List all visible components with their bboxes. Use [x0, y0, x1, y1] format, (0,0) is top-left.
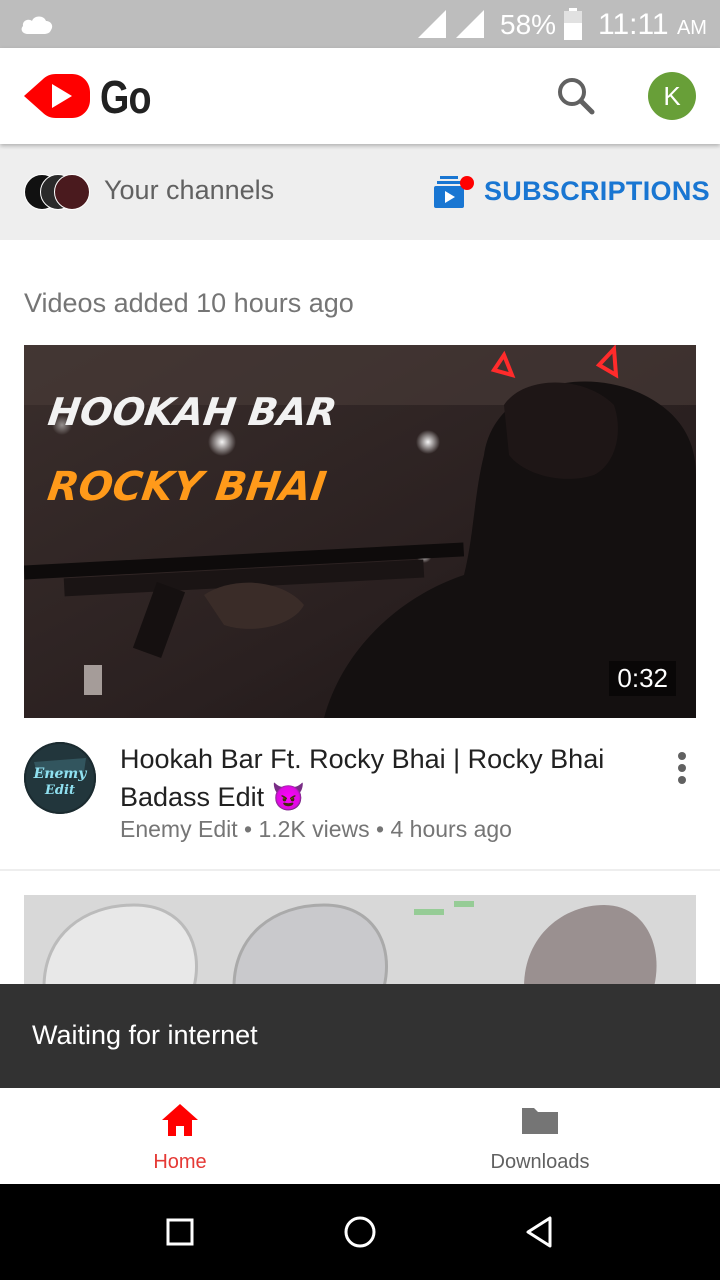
home-circle-icon [344, 1216, 376, 1248]
clock-ampm: AM [676, 17, 707, 39]
thumbnail-text-line2: ROCKY BHAI [45, 464, 329, 510]
nav-item-home[interactable]: Home [0, 1088, 360, 1184]
recents-button[interactable] [160, 1212, 200, 1252]
subscriptions-icon[interactable] [434, 174, 476, 215]
battery-percent: 58% [500, 9, 557, 40]
video-meta: Enemy Edit • 1.2K views • 4 hours ago [120, 816, 512, 842]
channel-avatar[interactable]: Enemy Edit [24, 742, 96, 814]
nav-item-downloads[interactable]: Downloads [360, 1088, 720, 1184]
subscriptions-button[interactable]: SUBSCRIPTIONS [484, 176, 710, 207]
home-icon [160, 1102, 200, 1143]
back-button[interactable] [520, 1212, 560, 1252]
more-options-button[interactable] [668, 748, 696, 788]
account-avatar[interactable]: K [648, 72, 696, 120]
bottom-nav: Home Downloads [0, 1088, 720, 1184]
status-bar: 58% 11:11 AM [0, 0, 720, 48]
search-button[interactable] [552, 72, 600, 120]
home-system-button[interactable] [340, 1212, 380, 1252]
nav-label-downloads: Downloads [490, 1151, 590, 1173]
channel-avatar [54, 174, 90, 210]
more-vert-icon [678, 752, 686, 784]
back-icon [526, 1216, 552, 1248]
divider [0, 869, 720, 871]
your-channels-avatars[interactable] [24, 174, 94, 210]
folder-icon [520, 1102, 560, 1143]
app-logo-text: Go [100, 71, 152, 123]
your-channels-link[interactable]: Your channels [104, 175, 274, 206]
snackbar-message: Waiting for internet [32, 1020, 258, 1050]
system-nav-bar [0, 1184, 720, 1280]
video-thumbnail[interactable]: HOOKAH BAR ROCKY BHAI 0:32 [24, 345, 696, 718]
cloud-icon [20, 12, 54, 41]
recents-icon [166, 1218, 194, 1246]
section-title: Videos added 10 hours ago [24, 288, 354, 318]
nav-label-home: Home [153, 1151, 207, 1173]
cell-signal-icon [456, 10, 484, 43]
battery-icon [563, 8, 583, 45]
snackbar: Waiting for internet [0, 984, 720, 1088]
video-duration: 0:32 [609, 661, 676, 696]
wifi-signal-icon [418, 10, 446, 43]
app-bar: Go K [0, 48, 720, 144]
channels-bar: Your channels SUBSCRIPTIONS [0, 144, 720, 240]
thumbnail-text-line1: HOOKAH BAR [45, 391, 339, 435]
svg-text:Edit: Edit [44, 783, 75, 798]
search-icon [558, 78, 595, 115]
channel-avatar-text: Enemy [33, 766, 88, 782]
youtube-go-logo-icon [22, 70, 94, 127]
clock-time: 11:11 [598, 8, 669, 41]
video-thumbnail[interactable] [24, 895, 696, 987]
clock: 11:11 AM [598, 8, 707, 42]
video-title[interactable]: Hookah Bar Ft. Rocky Bhai | Rocky Bhai B… [120, 740, 640, 816]
